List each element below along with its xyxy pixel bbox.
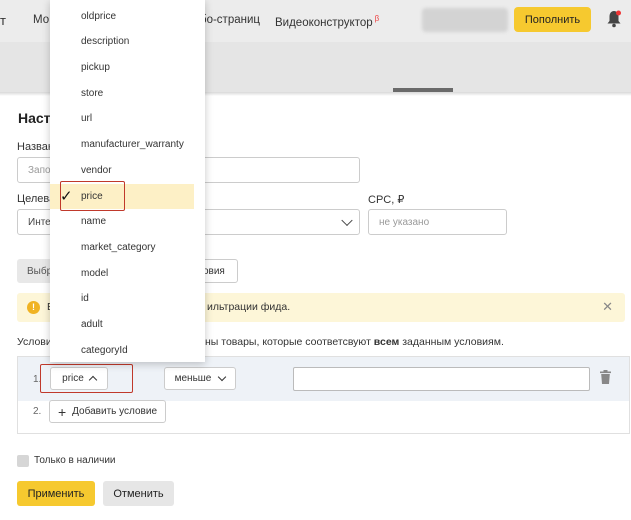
dropdown-option-url[interactable]: url	[50, 106, 194, 131]
dropdown-option-vendor[interactable]: vendor	[50, 158, 194, 183]
dropdown-option-manufacturer-warranty[interactable]: manufacturer_warranty	[50, 132, 194, 157]
field-dropdown[interactable]: oldprice description pickup store url ma…	[50, 0, 205, 362]
close-icon[interactable]: ✕	[602, 299, 613, 315]
nav-item-video-constructor[interactable]: Видеоконструктор β	[275, 14, 379, 29]
dropdown-option-description[interactable]: description	[50, 29, 194, 54]
cpc-input[interactable]: не указано	[368, 209, 507, 235]
dropdown-option-pickup[interactable]: pickup	[50, 55, 194, 80]
plus-icon: +	[57, 403, 67, 420]
name-placeholder: Запо	[28, 164, 51, 176]
chevron-down-icon	[341, 214, 353, 227]
condition-value-input[interactable]	[293, 367, 590, 391]
nav-item-mo[interactable]: Мо	[33, 14, 49, 26]
cancel-button[interactable]: Отменить	[103, 481, 174, 506]
name-label: Назван	[17, 141, 54, 153]
dropdown-option-model[interactable]: model	[50, 261, 194, 286]
dropdown-option-store[interactable]: store	[50, 81, 194, 106]
cpc-label: CPC, ₽	[368, 194, 405, 206]
condition-operator-select[interactable]: меньше	[164, 367, 236, 390]
add-condition-button[interactable]: + Добавить условие	[49, 400, 166, 423]
dropdown-option-market-category[interactable]: market_category	[50, 235, 194, 260]
dropdown-option-id[interactable]: id	[50, 286, 194, 311]
chevron-down-icon	[218, 372, 227, 382]
apply-button[interactable]: Применить	[17, 481, 95, 506]
notice-text-end: ильтрации фида.	[207, 301, 291, 313]
account-balance-blurred[interactable]	[422, 8, 508, 32]
beta-badge: β	[374, 14, 380, 23]
nav-item-turbo-pages[interactable]: бо-страниц	[200, 14, 260, 26]
dropdown-option-categoryid[interactable]: categoryId	[50, 338, 194, 362]
highlight-price-option	[60, 181, 125, 211]
condition-number-2: 2.	[33, 406, 42, 417]
dropdown-option-adult[interactable]: adult	[50, 312, 194, 337]
cpc-placeholder: не указано	[379, 216, 430, 228]
brand-logo[interactable]: т	[0, 13, 6, 28]
trash-icon[interactable]	[600, 370, 611, 384]
warning-icon: !	[27, 301, 40, 314]
conditions-label-start: Услови	[17, 336, 52, 348]
in-stock-checkbox[interactable]	[17, 455, 29, 467]
highlight-field-select	[40, 364, 133, 393]
topup-button[interactable]: Пополнить	[514, 7, 591, 32]
dropdown-option-name[interactable]: name	[50, 209, 194, 234]
dropdown-option-oldprice[interactable]: oldprice	[50, 4, 194, 29]
conditions-description: ны товары, которые соответсвуют всем зад…	[205, 336, 504, 348]
target-value: Инте	[28, 216, 51, 228]
bell-icon[interactable]	[606, 10, 622, 28]
in-stock-label: Только в наличии	[34, 455, 116, 466]
